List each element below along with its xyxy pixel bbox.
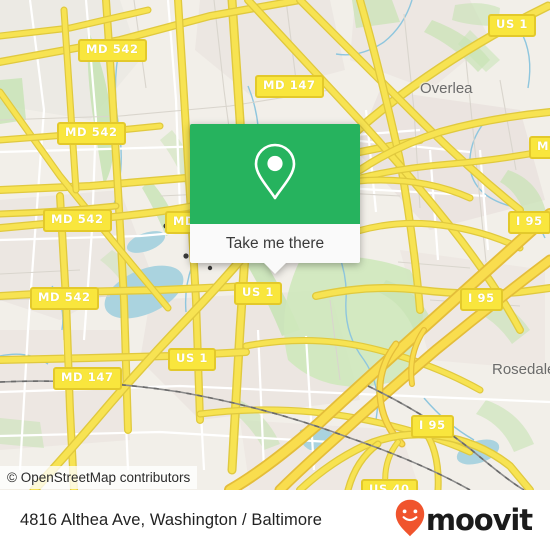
map-screen: .landuse-res { fill:#e8e0dc; } .landuse-… [0, 0, 550, 550]
popup-pointer-tail [264, 263, 286, 274]
road-shield: I 95 [460, 288, 503, 311]
road-shield: I 95 [508, 211, 550, 234]
moovit-wordmark: moovit [425, 502, 533, 537]
road-shield: US 1 [488, 14, 537, 37]
road-shield: MD 147 [255, 75, 324, 98]
road-shield: MD 542 [43, 209, 112, 232]
road-shield: MD 542 [78, 39, 147, 62]
bottom-info-bar: 4816 Althea Ave, Washington / Baltimore … [0, 490, 550, 550]
road-shield: I 95 [411, 415, 454, 438]
location-popup-card[interactable]: Take me there [190, 124, 360, 274]
road-shield: MD 147 [53, 367, 122, 390]
moovit-pin-icon [395, 499, 425, 542]
place-label-overlea: Overlea [420, 80, 473, 97]
osm-attribution[interactable]: © OpenStreetMap contributors [0, 466, 198, 489]
road-shield: MD [529, 136, 550, 159]
road-shield: MD 542 [57, 122, 126, 145]
road-shield: US 1 [234, 282, 283, 305]
road-shield: MD 542 [30, 287, 99, 310]
popup-image-area [190, 124, 360, 224]
road-shield: US 1 [168, 348, 217, 371]
road-shield: US 40 [361, 479, 418, 490]
take-me-there-button[interactable]: Take me there [190, 224, 360, 274]
map-canvas[interactable]: .landuse-res { fill:#e8e0dc; } .landuse-… [0, 0, 550, 490]
address-label: 4816 Althea Ave, Washington / Baltimore [20, 510, 323, 529]
map-pin-icon [248, 141, 302, 208]
take-me-there-label: Take me there [225, 234, 325, 252]
place-label-rosedale: Rosedale [492, 361, 550, 378]
moovit-logo[interactable]: moovit [395, 499, 533, 542]
